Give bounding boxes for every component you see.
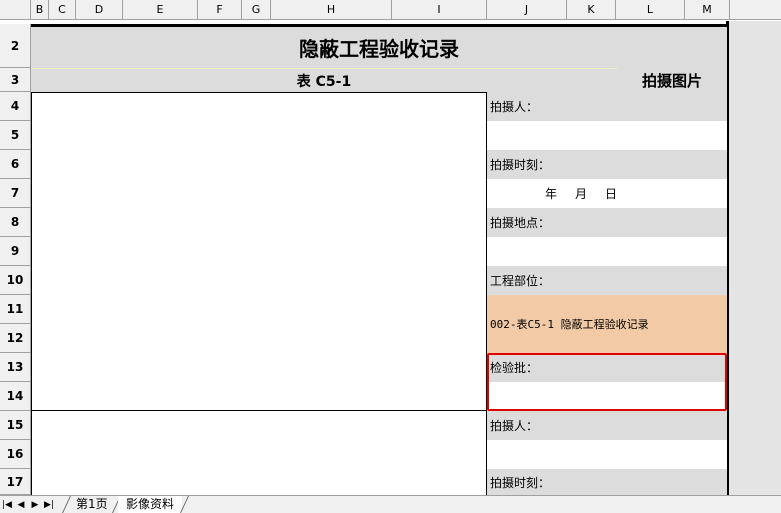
first-sheet-button[interactable]: |◀ <box>1 498 13 512</box>
prev-sheet-button[interactable]: ◀ <box>15 498 27 512</box>
column-header-g[interactable]: G <box>242 0 271 20</box>
row-header-10[interactable]: 10 <box>0 266 31 295</box>
row-header-17[interactable]: 17 <box>0 469 31 495</box>
project-part-value[interactable]: 002-表C5-1 隐蔽工程验收记录 <box>487 295 727 353</box>
column-header-m[interactable]: M <box>685 0 730 20</box>
row-header-16[interactable]: 16 <box>0 440 31 469</box>
photo-label[interactable]: 拍摄图片 <box>617 68 727 92</box>
photo-location-value[interactable] <box>487 237 727 266</box>
photographer-value-2[interactable] <box>487 440 727 469</box>
column-header-c[interactable]: C <box>49 0 76 20</box>
row-header-6[interactable]: 6 <box>0 150 31 179</box>
column-header-i[interactable]: I <box>392 0 487 20</box>
row-header-7[interactable]: 7 <box>0 179 31 208</box>
row-header-11[interactable]: 11 <box>0 295 31 324</box>
photo-time-label[interactable]: 拍摄时刻： <box>487 150 727 179</box>
row-header-4[interactable]: 4 <box>0 92 31 121</box>
photo-area-2[interactable] <box>31 410 487 500</box>
row-header-3[interactable]: 3 <box>0 68 31 92</box>
photo-area-1[interactable] <box>31 92 487 411</box>
row-header-12[interactable]: 12 <box>0 324 31 353</box>
row-header-13[interactable]: 13 <box>0 353 31 382</box>
column-header-h[interactable]: H <box>271 0 392 20</box>
column-header-e[interactable]: E <box>123 0 198 20</box>
row-header-2[interactable]: 2 <box>0 24 31 68</box>
date-day-label: 日 <box>605 187 618 201</box>
photo-time-label-2[interactable]: 拍摄时刻： <box>487 469 727 495</box>
sheet-tab-bar: |◀ ◀ ▶ ▶| 第1页 影像资料 <box>0 495 781 513</box>
photo-location-label[interactable]: 拍摄地点： <box>487 208 727 237</box>
project-part-label[interactable]: 工程部位： <box>487 266 727 295</box>
right-margin-area <box>728 21 781 495</box>
select-all-corner[interactable] <box>0 0 31 20</box>
row-header-5[interactable]: 5 <box>0 121 31 150</box>
column-header-j[interactable]: J <box>487 0 567 20</box>
row-header-9[interactable]: 9 <box>0 237 31 266</box>
date-year-label: 年 <box>545 187 558 201</box>
selection-highlight <box>487 353 727 411</box>
document-subtitle[interactable]: 表 C5-1 <box>31 68 617 92</box>
tab-page-1[interactable]: 第1页 <box>68 496 116 513</box>
column-header-b[interactable]: B <box>31 0 49 20</box>
column-header-l[interactable]: L <box>616 0 685 20</box>
photographer-value[interactable] <box>487 121 727 150</box>
column-header-k[interactable]: K <box>567 0 616 20</box>
row-header-15[interactable]: 15 <box>0 411 31 440</box>
row-header-8[interactable]: 8 <box>0 208 31 237</box>
column-header-empty <box>730 0 781 20</box>
document-title[interactable]: 隐蔽工程验收记录 <box>31 24 727 68</box>
photographer-label-2[interactable]: 拍摄人： <box>487 411 727 440</box>
photographer-label[interactable]: 拍摄人： <box>487 92 727 121</box>
last-sheet-button[interactable]: ▶| <box>43 498 55 512</box>
row-header-14[interactable]: 14 <box>0 382 31 411</box>
photo-date-value[interactable]: 年 月 日 <box>487 179 727 208</box>
tab-image-data[interactable]: 影像资料 <box>118 496 183 513</box>
date-month-label: 月 <box>575 187 588 201</box>
next-sheet-button[interactable]: ▶ <box>29 498 41 512</box>
column-header-f[interactable]: F <box>198 0 242 20</box>
column-header-d[interactable]: D <box>76 0 123 20</box>
